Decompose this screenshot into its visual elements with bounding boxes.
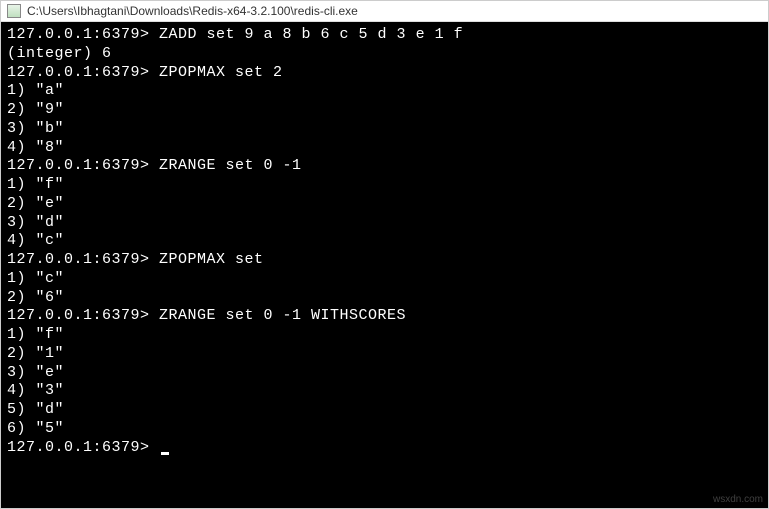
- terminal-output-line: (integer) 6: [7, 45, 762, 64]
- terminal-output-line: 1) "f": [7, 326, 762, 345]
- terminal-output-line: 3) "e": [7, 364, 762, 383]
- titlebar[interactable]: C:\Users\Ibhagtani\Downloads\Redis-x64-3…: [1, 1, 768, 22]
- terminal-command-line: 127.0.0.1:6379> ZRANGE set 0 -1 WITHSCOR…: [7, 307, 762, 326]
- terminal-command-line: 127.0.0.1:6379> ZPOPMAX set: [7, 251, 762, 270]
- cursor: [161, 452, 169, 455]
- terminal-output-line: 2) "6": [7, 289, 762, 308]
- terminal-output[interactable]: 127.0.0.1:6379> ZADD set 9 a 8 b 6 c 5 d…: [1, 22, 768, 508]
- terminal-output-line: 1) "c": [7, 270, 762, 289]
- terminal-window: C:\Users\Ibhagtani\Downloads\Redis-x64-3…: [0, 0, 769, 509]
- terminal-output-line: 2) "1": [7, 345, 762, 364]
- terminal-output-line: 4) "3": [7, 382, 762, 401]
- terminal-command-line: 127.0.0.1:6379>: [7, 439, 762, 458]
- terminal-output-line: 4) "c": [7, 232, 762, 251]
- terminal-output-line: 2) "e": [7, 195, 762, 214]
- terminal-output-line: 2) "9": [7, 101, 762, 120]
- window-title: C:\Users\Ibhagtani\Downloads\Redis-x64-3…: [27, 4, 358, 18]
- terminal-output-line: 3) "d": [7, 214, 762, 233]
- terminal-output-line: 6) "5": [7, 420, 762, 439]
- terminal-output-line: 5) "d": [7, 401, 762, 420]
- terminal-command-line: 127.0.0.1:6379> ZPOPMAX set 2: [7, 64, 762, 83]
- terminal-output-line: 3) "b": [7, 120, 762, 139]
- terminal-output-line: 4) "8": [7, 139, 762, 158]
- terminal-command-line: 127.0.0.1:6379> ZADD set 9 a 8 b 6 c 5 d…: [7, 26, 762, 45]
- terminal-command-line: 127.0.0.1:6379> ZRANGE set 0 -1: [7, 157, 762, 176]
- terminal-output-line: 1) "f": [7, 176, 762, 195]
- terminal-output-line: 1) "a": [7, 82, 762, 101]
- app-icon: [7, 4, 21, 18]
